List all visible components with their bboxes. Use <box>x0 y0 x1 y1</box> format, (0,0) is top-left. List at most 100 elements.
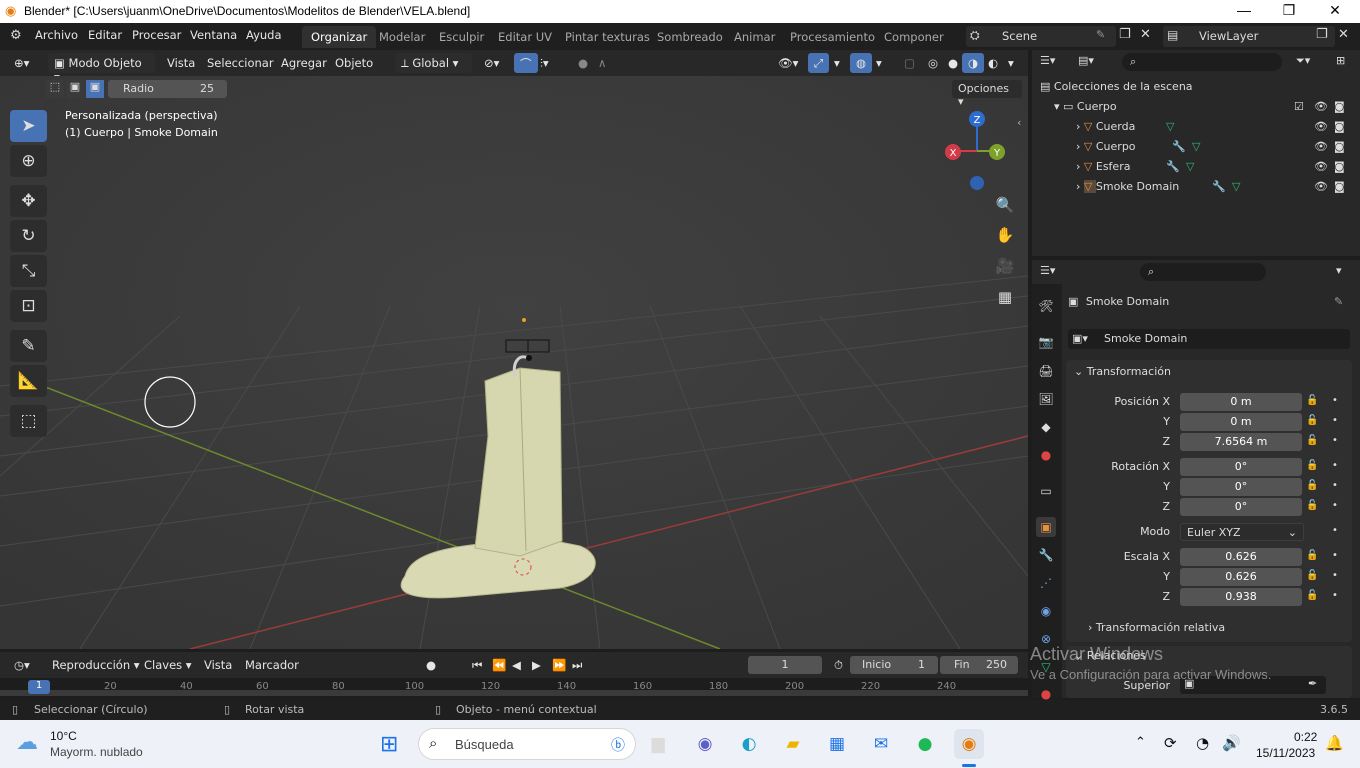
xray-icon[interactable]: ▢ <box>898 53 921 73</box>
pin-icon[interactable]: ✎ <box>1334 295 1343 308</box>
gizmo-toggle-icon[interactable]: ⤢ <box>808 53 830 73</box>
view-layer-tab-icon[interactable]: 🖼 <box>1036 389 1056 409</box>
viewlayer-selector[interactable]: ▤ ViewLayer <box>1163 26 1335 47</box>
tab-sombreado[interactable]: Sombreado <box>648 26 732 48</box>
spotify-icon[interactable]: ● <box>910 729 940 759</box>
shading-dropdown-icon[interactable]: ▾ <box>1002 53 1020 73</box>
menu-editar[interactable]: Editar <box>88 28 122 42</box>
ortho-toggle-button[interactable]: ▦ <box>992 284 1018 310</box>
snap-target-icon[interactable]: ⫶▾ <box>534 53 555 73</box>
playhead-frame[interactable]: 1 <box>28 680 50 694</box>
options-dropdown[interactable]: Opciones ▾ <box>952 80 1022 108</box>
keyframe-dot-icon[interactable]: • <box>1332 525 1338 536</box>
keyframe-dot-icon[interactable]: • <box>1332 480 1338 491</box>
rotation-y-field[interactable]: 0° <box>1180 478 1302 496</box>
object-tab-icon[interactable]: ▣ <box>1036 517 1056 537</box>
scene-collection-row[interactable]: ▤ Colecciones de la escena <box>1040 80 1193 93</box>
tray-chevron-icon[interactable]: ⌃ <box>1135 735 1146 750</box>
visibility-icon[interactable]: 👁▾ <box>772 53 804 73</box>
overlay-toggle-icon[interactable]: ◍ <box>850 53 873 73</box>
properties-editor-icon[interactable]: ☰▾ <box>1040 264 1055 277</box>
notification-bell-icon[interactable]: 🔔 <box>1325 734 1344 752</box>
select-subtract-icon[interactable]: ▣ <box>86 80 104 98</box>
menu-ayuda[interactable]: Ayuda <box>246 28 282 42</box>
play-icon[interactable]: ▶ <box>526 655 547 675</box>
scale-x-field[interactable]: 0.626 <box>1180 548 1302 566</box>
scale-y-field[interactable]: 0.626 <box>1180 568 1302 586</box>
keyframe-dot-icon[interactable]: • <box>1332 500 1338 511</box>
tool-tab-icon[interactable]: 🛠 <box>1036 296 1056 316</box>
blender-taskbar-icon[interactable]: ◉ <box>954 729 984 759</box>
editor-type-icon[interactable]: ⊕▾ <box>8 53 35 73</box>
constraints-tab-icon[interactable]: ⊗ <box>1036 629 1056 649</box>
tab-editar-uv[interactable]: Editar UV <box>489 26 561 48</box>
scene-selector[interactable]: ⛭ Scene ✎ <box>966 26 1116 47</box>
delta-transform-subpanel[interactable]: › Transformación relativa <box>1088 621 1225 634</box>
timeline-ruler[interactable]: 1 20 40 60 80 100 120 140 160 180 200 22… <box>0 678 1028 700</box>
orientation-dropdown[interactable]: ⟂ Global ▾ <box>395 53 472 73</box>
store-icon[interactable]: ▦ <box>822 729 852 759</box>
expand-icon[interactable]: › <box>1076 140 1084 153</box>
eye-icon[interactable]: 👁 <box>1314 120 1328 133</box>
parent-field[interactable]: ▣ ✒ <box>1180 676 1326 694</box>
select-new-icon[interactable]: ⬚ <box>46 80 64 98</box>
outliner-search-input[interactable]: ⌕ <box>1122 53 1282 71</box>
zoom-button[interactable]: 🔍 <box>992 192 1018 218</box>
modifiers-tab-icon[interactable]: 🔧 <box>1036 545 1056 565</box>
transform-tool[interactable]: ⊡ <box>10 290 47 322</box>
collection-checkbox[interactable]: ☑ <box>1294 100 1304 113</box>
expand-icon[interactable]: › <box>1076 160 1084 173</box>
pin-icon[interactable]: ✎ <box>1096 28 1105 41</box>
position-z-field[interactable]: 7.6564 m <box>1180 433 1302 451</box>
delete-viewlayer-icon[interactable]: ✕ <box>1338 27 1349 42</box>
render-camera-icon[interactable]: ◙ <box>1334 160 1345 173</box>
menu-agregar[interactable]: Agregar <box>275 53 333 73</box>
volume-icon[interactable]: 🔊 <box>1222 734 1241 752</box>
lock-icon[interactable]: 🔓 <box>1306 435 1318 446</box>
maximize-button[interactable]: ❐ <box>1266 2 1312 22</box>
solid-shading-icon[interactable]: ● <box>942 53 964 73</box>
move-tool[interactable]: ✥ <box>10 185 47 217</box>
overlay-dropdown-icon[interactable]: ▾ <box>870 53 888 73</box>
select-circle-tool[interactable]: ➤ <box>10 110 47 142</box>
expand-icon[interactable]: › <box>1076 120 1084 133</box>
stopwatch-icon[interactable]: ⏱ <box>828 655 849 675</box>
keyframe-dot-icon[interactable]: • <box>1332 550 1338 561</box>
tab-pintar-texturas[interactable]: Pintar texturas <box>556 26 659 48</box>
new-viewlayer-icon[interactable]: ❐ <box>1316 27 1328 42</box>
rotation-z-field[interactable]: 0° <box>1180 498 1302 516</box>
render-camera-icon[interactable]: ◙ <box>1334 100 1345 113</box>
display-mode-icon[interactable]: ▤▾ <box>1078 54 1094 67</box>
start-frame-field[interactable]: Inicio 1 <box>850 656 938 674</box>
outliner-item-cuerpo[interactable]: › ▽ Cuerpo 🔧 ▽ 👁 ◙ <box>1076 140 1360 153</box>
tab-organizar[interactable]: Organizar <box>302 26 377 48</box>
new-collection-icon[interactable]: ⊞ <box>1336 54 1345 67</box>
wireframe-shading-icon[interactable]: ◎ <box>922 53 944 73</box>
transform-panel-header[interactable]: ⌄ Transformación <box>1074 365 1171 378</box>
start-menu-icon[interactable]: ⊞ <box>380 731 398 757</box>
tab-modelar[interactable]: Modelar <box>370 26 434 48</box>
auto-keying-icon[interactable]: ● <box>420 655 442 675</box>
proportional-edit-icon[interactable]: ● <box>572 53 594 73</box>
measure-tool[interactable]: 📐 <box>10 365 47 397</box>
outliner-item-cuerda[interactable]: › ▽ Cuerda ▽ 👁 ◙ <box>1076 120 1360 133</box>
delete-scene-icon[interactable]: ✕ <box>1140 27 1151 42</box>
gizmo-dropdown-icon[interactable]: ▾ <box>828 53 846 73</box>
teams-icon[interactable]: ◉ <box>690 729 720 759</box>
properties-options-icon[interactable]: ▾ <box>1336 264 1342 277</box>
render-camera-icon[interactable]: ◙ <box>1334 140 1345 153</box>
menu-vista-timeline[interactable]: Vista <box>198 655 238 675</box>
menu-claves[interactable]: Claves ▾ <box>138 655 198 675</box>
material-shading-icon[interactable]: ◑ <box>962 53 985 73</box>
lock-icon[interactable]: 🔓 <box>1306 500 1318 511</box>
weather-temp[interactable]: 10°C <box>50 729 77 743</box>
end-frame-field[interactable]: Fin 250 <box>940 656 1018 674</box>
taskbar-search[interactable]: ⌕ Búsqueda ⓑ <box>418 728 636 760</box>
position-y-field[interactable]: 0 m <box>1180 413 1302 431</box>
jump-end-icon[interactable]: ⏭ <box>566 655 588 675</box>
3d-viewport[interactable]: Z X Y ⬚ ▣ ▣ Radio 25 Opciones ▾ Personal… <box>0 76 1028 649</box>
jump-start-icon[interactable]: ⏮ <box>466 655 488 675</box>
relations-panel-header[interactable]: ⌄ Relaciones <box>1074 649 1146 662</box>
keyframe-dot-icon[interactable]: • <box>1332 415 1338 426</box>
keyframe-dot-icon[interactable]: • <box>1332 395 1338 406</box>
